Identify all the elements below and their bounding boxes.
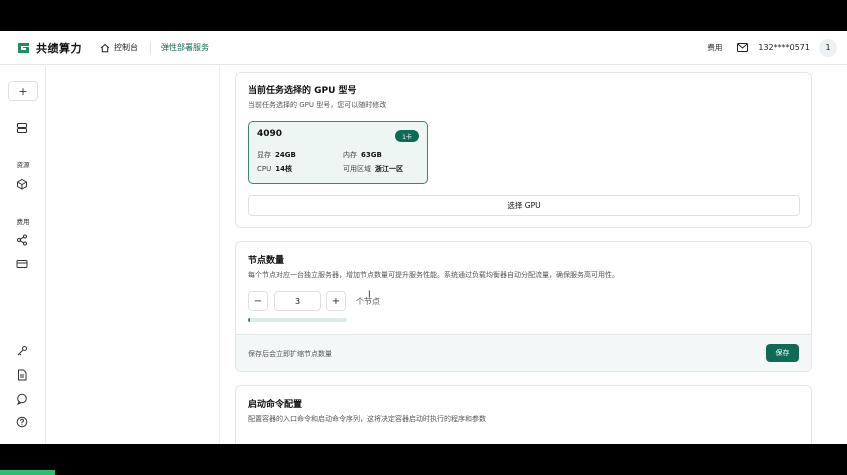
node-card-footer: 保存后会立即扩缩节点数量 保存: [236, 334, 811, 371]
document-icon[interactable]: [16, 369, 28, 381]
nav-console[interactable]: 控制台: [100, 42, 138, 53]
node-progress-fill: [248, 318, 250, 322]
top-navbar: 共绩算力 控制台 弹性部署服务 费用 132****0571 1: [0, 31, 847, 65]
sidebar-section-resources: 资源: [16, 161, 30, 169]
brand-name: 共绩算力: [36, 41, 82, 55]
node-footer-text: 保存后会立即扩缩节点数量: [248, 350, 332, 358]
text-cursor-icon: I: [368, 290, 371, 300]
startup-command-card: 启动命令配置 配置容器的入口命令和启动命令序列，这将决定容器启动时执行的程序和参…: [235, 385, 812, 444]
sidebar-section-fees: 费用: [16, 218, 30, 226]
share-icon[interactable]: [16, 234, 28, 246]
add-button[interactable]: +: [8, 81, 38, 101]
gpu-mem-value: 63GB: [361, 151, 382, 159]
brand-logo[interactable]: 共绩算力: [16, 40, 82, 56]
gpu-cpu-value: 14核: [275, 165, 292, 173]
gpu-vram-label: 显存: [257, 151, 271, 159]
avatar[interactable]: 1: [819, 38, 837, 57]
select-gpu-button[interactable]: 选择 GPU: [248, 195, 800, 216]
nav-elastic-deploy[interactable]: 弹性部署服务: [161, 42, 209, 53]
node-progress-bar: [248, 318, 347, 322]
user-phone[interactable]: 132****0571: [758, 43, 810, 52]
left-panel: [47, 66, 220, 444]
gpu-count-badge: 1卡: [395, 130, 419, 142]
gpu-cpu: CPU 14核: [257, 164, 292, 174]
key-icon[interactable]: [16, 345, 28, 357]
server-icon[interactable]: [16, 122, 28, 134]
gpu-section-desc: 当前任务选择的 GPU 型号，您可以随时修改: [248, 101, 387, 109]
brand-logo-icon: [18, 42, 29, 53]
nav-divider: [150, 41, 151, 54]
nav-console-label: 控制台: [114, 43, 138, 52]
mail-icon[interactable]: [737, 43, 749, 52]
node-count-input[interactable]: 3: [274, 291, 321, 311]
bottom-accent-strip: [0, 470, 55, 475]
gpu-mem: 内存 63GB: [343, 150, 382, 160]
gpu-region-label: 可用区域: [343, 165, 371, 173]
gpu-section-title: 当前任务选择的 GPU 型号: [248, 86, 357, 96]
increment-button[interactable]: +: [326, 291, 346, 311]
card-icon[interactable]: [16, 258, 28, 270]
home-icon: [100, 43, 110, 52]
gpu-selection-card: 当前任务选择的 GPU 型号 当前任务选择的 GPU 型号，您可以随时修改 40…: [235, 72, 812, 228]
cube-icon[interactable]: [16, 178, 28, 190]
gpu-vram: 显存 24GB: [257, 150, 296, 160]
startup-section-desc: 配置容器的入口命令和启动命令序列，这将决定容器启动时执行的程序和参数: [248, 415, 486, 423]
app-window: 共绩算力 控制台 弹性部署服务 费用 132****0571 1 + 资源 费用: [0, 31, 847, 444]
sidebar: + 资源 费用: [0, 66, 46, 444]
main-content: 当前任务选择的 GPU 型号 当前任务选择的 GPU 型号，您可以随时修改 40…: [221, 66, 847, 444]
gpu-mem-label: 内存: [343, 151, 357, 159]
startup-section-title: 启动命令配置: [248, 400, 303, 410]
gpu-option-card[interactable]: 4090 1卡 显存 24GB 内存 63GB CPU 14核 可用区域 浙江一区: [248, 121, 428, 184]
gpu-region-value: 浙江一区: [375, 165, 403, 173]
node-count-card: 节点数量 每个节点对应一台独立服务器，增加节点数量可提升服务性能。系统通过负载均…: [235, 241, 812, 372]
nav-fee[interactable]: 费用: [707, 42, 722, 53]
gpu-region: 可用区域 浙江一区: [343, 164, 403, 174]
gpu-cpu-label: CPU: [257, 165, 272, 173]
gpu-vram-value: 24GB: [275, 151, 296, 159]
help-icon[interactable]: [16, 416, 28, 428]
chat-icon[interactable]: [16, 393, 28, 405]
decrement-button[interactable]: −: [248, 291, 268, 311]
node-section-desc: 每个节点对应一台独立服务器，增加节点数量可提升服务性能。系统通过负载均衡器自动分…: [248, 271, 619, 279]
save-button[interactable]: 保存: [766, 344, 799, 362]
node-section-title: 节点数量: [248, 256, 285, 266]
